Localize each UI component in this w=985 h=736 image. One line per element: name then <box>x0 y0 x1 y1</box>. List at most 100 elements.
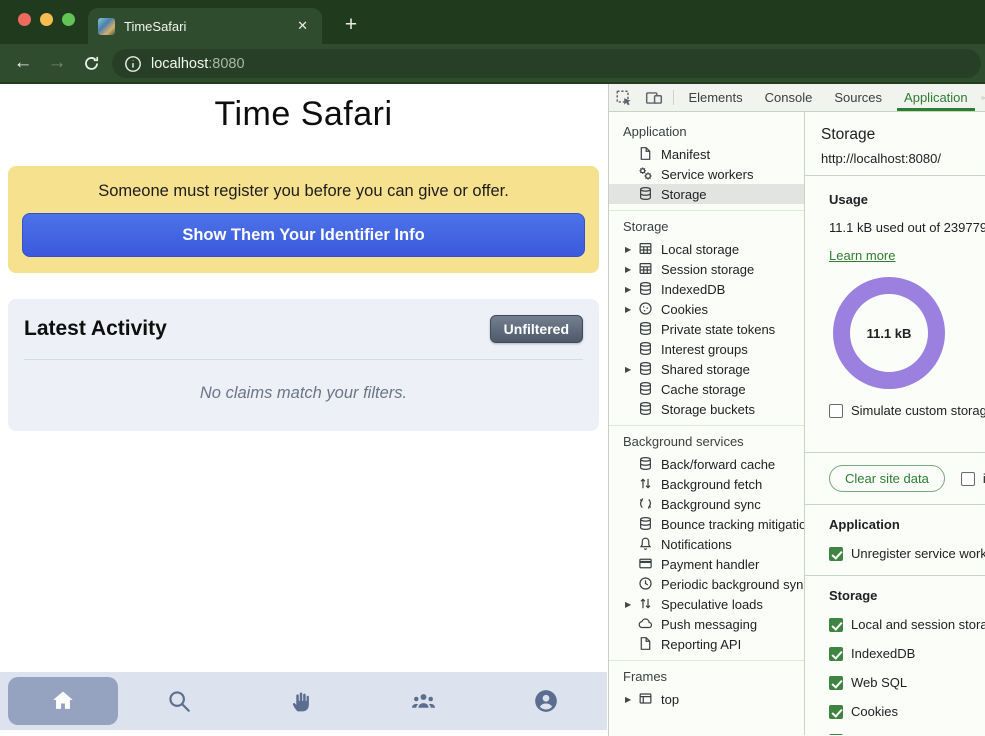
checkbox[interactable] <box>829 647 843 661</box>
device-toolbar-icon[interactable] <box>639 84 669 111</box>
show-identifier-button[interactable]: Show Them Your Identifier Info <box>22 213 585 257</box>
browser-tab[interactable]: TimeSafari ✕ <box>88 8 322 44</box>
minimize-window-button[interactable] <box>40 13 53 26</box>
tree-item-label: Manifest <box>661 147 710 162</box>
expand-arrow-icon[interactable]: ▶ <box>625 245 638 254</box>
tree-item-periodic-background-sync[interactable]: Periodic background sync <box>609 574 804 594</box>
tree-item-label: Storage <box>661 187 707 202</box>
clear-site-data-button[interactable]: Clear site data <box>829 465 945 492</box>
tree-item-reporting-api[interactable]: Reporting API <box>609 634 804 654</box>
tree-item-label: Bounce tracking mitigations <box>661 517 805 532</box>
devtools-tab-console[interactable]: Console <box>754 84 824 111</box>
nav-item-account[interactable] <box>485 688 607 714</box>
divider <box>805 575 985 576</box>
home-icon <box>50 688 76 714</box>
tree-item-payment-handler[interactable]: Payment handler <box>609 554 804 574</box>
latest-activity-card: Latest Activity Unfiltered No claims mat… <box>8 299 599 431</box>
browser-window: TimeSafari ✕ + ← → localhost:8080 <box>0 0 985 736</box>
include-cookies-checkbox[interactable] <box>961 472 975 486</box>
checkbox[interactable] <box>829 676 843 690</box>
checkbox[interactable] <box>829 547 843 561</box>
tree-section-background-services: Background servicesBack/forward cacheBac… <box>609 425 804 660</box>
tree-item-interest-groups[interactable]: Interest groups <box>609 339 804 359</box>
simulate-quota-checkbox[interactable] <box>829 404 843 418</box>
unfiltered-button[interactable]: Unfiltered <box>490 315 583 343</box>
tree-item-label: Back/forward cache <box>661 457 775 472</box>
tree-item-speculative-loads[interactable]: ▶Speculative loads <box>609 594 804 614</box>
devtools-tab-sources[interactable]: Sources <box>823 84 893 111</box>
tree-item-local-storage[interactable]: ▶Local storage <box>609 239 804 259</box>
tree-item-service-workers[interactable]: Service workers <box>609 164 804 184</box>
table-icon <box>638 241 654 257</box>
tree-item-shared-storage[interactable]: ▶Shared storage <box>609 359 804 379</box>
tree-item-cache-storage[interactable]: Cache storage <box>609 379 804 399</box>
nav-item-contacts[interactable] <box>363 688 485 715</box>
new-tab-button[interactable]: + <box>336 10 366 40</box>
back-icon[interactable]: ← <box>6 52 40 74</box>
tab-title: TimeSafari <box>124 19 284 34</box>
tree-item-manifest[interactable]: Manifest <box>609 144 804 164</box>
devtools-tab-elements[interactable]: Elements <box>677 84 753 111</box>
nav-item-give[interactable] <box>240 689 362 714</box>
expand-arrow-icon[interactable]: ▶ <box>625 305 638 314</box>
forward-icon[interactable]: → <box>40 52 74 74</box>
tree-item-background-sync[interactable]: Background sync <box>609 494 804 514</box>
close-window-button[interactable] <box>18 13 31 26</box>
tree-item-background-fetch[interactable]: Background fetch <box>609 474 804 494</box>
alert-message: Someone must register you before you can… <box>22 182 585 201</box>
site-info-icon[interactable] <box>124 55 142 73</box>
tab-close-icon[interactable]: ✕ <box>293 16 312 36</box>
divider <box>805 504 985 505</box>
expand-arrow-icon[interactable]: ▶ <box>625 365 638 374</box>
checkbox[interactable] <box>829 618 843 632</box>
devtools-tab-application[interactable]: Application <box>893 84 979 111</box>
inspect-element-icon[interactable] <box>609 84 639 111</box>
expand-arrow-icon[interactable]: ▶ <box>625 600 638 609</box>
application-sidebar: Application Manifest Service workers Storag… <box>609 112 805 735</box>
checkbox-row-local-and-session-storage: Local and session storage <box>829 617 985 632</box>
tree-item-label: Periodic background sync <box>661 577 805 592</box>
zoom-window-button[interactable] <box>62 13 75 26</box>
tree-section-storage: Storage▶Local storage▶Session storage▶In… <box>609 210 804 425</box>
expand-arrow-icon[interactable]: ▶ <box>625 695 638 704</box>
usage-heading: Usage <box>829 192 985 207</box>
checkbox-label: IndexedDB <box>851 646 915 661</box>
tree-item-push-messaging[interactable]: Push messaging <box>609 614 804 634</box>
url-port: :8080 <box>208 56 244 72</box>
tree-item-notifications[interactable]: Notifications <box>609 534 804 554</box>
include-cookies-row: including third-party cookies <box>961 471 985 486</box>
tree-item-indexeddb[interactable]: ▶IndexedDB <box>609 279 804 299</box>
database-icon <box>638 381 654 397</box>
tree-section-header: Frames <box>609 667 804 689</box>
reload-icon[interactable] <box>74 55 108 72</box>
database-icon <box>638 186 654 202</box>
tree-item-storage[interactable]: Storage <box>609 184 804 204</box>
tree-item-private-state-tokens[interactable]: Private state tokens <box>609 319 804 339</box>
tree-item-session-storage[interactable]: ▶Session storage <box>609 259 804 279</box>
people-icon <box>410 688 437 715</box>
checkbox[interactable] <box>829 734 843 736</box>
tree-section-header: Application <box>609 122 804 144</box>
storage-section-heading: Storage <box>829 588 985 603</box>
learn-more-link[interactable]: Learn more <box>829 248 895 263</box>
tree-item-back-forward-cache[interactable]: Back/forward cache <box>609 454 804 474</box>
tree-item-label: Background fetch <box>661 477 762 492</box>
page-title: Time Safari <box>0 92 607 136</box>
donut-value: 11.1 kB <box>867 326 912 341</box>
tree-item-storage-buckets[interactable]: Storage buckets <box>609 399 804 419</box>
usage-donut-chart: 11.1 kB <box>833 277 945 389</box>
expand-arrow-icon[interactable]: ▶ <box>625 285 638 294</box>
checkbox[interactable] <box>829 705 843 719</box>
tree-item-cookies[interactable]: ▶Cookies <box>609 299 804 319</box>
nav-item-home[interactable] <box>8 677 118 725</box>
checkbox-row-cookies: Cookies <box>829 704 985 719</box>
tree-item-top[interactable]: ▶top <box>609 689 804 709</box>
tree-item-bounce-tracking-mitigations[interactable]: Bounce tracking mitigations <box>609 514 804 534</box>
checkbox-row-unregister-service-workers: Unregister service workers <box>829 546 985 561</box>
nav-item-search[interactable] <box>118 688 240 714</box>
checkbox-label: Local and session storage <box>851 617 985 632</box>
divider <box>24 359 583 360</box>
url-bar[interactable]: localhost:8080 <box>112 49 981 78</box>
expand-arrow-icon[interactable]: ▶ <box>625 265 638 274</box>
more-tabs-icon[interactable] <box>979 84 985 111</box>
